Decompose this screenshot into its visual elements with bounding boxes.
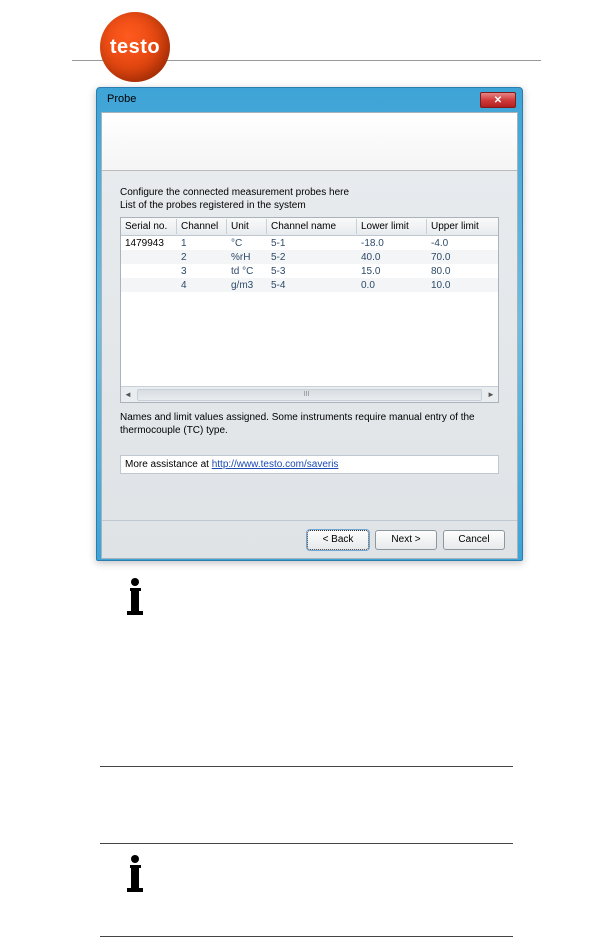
scroll-thumb-icon: III	[303, 391, 311, 399]
cell-name: 5-2	[267, 250, 357, 265]
divider	[100, 766, 513, 767]
cancel-button[interactable]: Cancel	[443, 530, 505, 550]
cell-serial: 1479943	[121, 236, 177, 251]
cell-unit: %rH	[227, 250, 267, 265]
dialog-title: Probe	[103, 92, 136, 105]
cell-name: 5-3	[267, 264, 357, 279]
assist-prefix: More assistance at	[125, 459, 212, 470]
table-row[interactable]: 4 g/m3 5-4 0.0 10.0	[121, 278, 498, 292]
col-header-serial[interactable]: Serial no.	[121, 219, 177, 234]
cell-unit: g/m3	[227, 278, 267, 293]
table-body: 1479943 1 °C 5-1 -18.0 -4.0 2 %rH 5-2 40…	[121, 236, 498, 292]
config-heading: Configure the connected measurement prob…	[120, 187, 499, 198]
divider	[100, 843, 513, 844]
list-heading: List of the probes registered in the sys…	[120, 200, 499, 211]
table-header-row: Serial no. Channel Unit Channel name Low…	[121, 218, 498, 236]
table-row[interactable]: 3 td °C 5-3 15.0 80.0	[121, 264, 498, 278]
table-row[interactable]: 1479943 1 °C 5-1 -18.0 -4.0	[121, 236, 498, 250]
cell-upper: 10.0	[427, 278, 498, 293]
scroll-left-icon[interactable]: ◄	[121, 388, 135, 402]
scroll-track[interactable]: III	[137, 389, 482, 401]
cell-upper: 70.0	[427, 250, 498, 265]
cell-channel: 2	[177, 250, 227, 265]
info-icon	[123, 855, 147, 891]
close-button[interactable]: ✕	[480, 92, 516, 108]
back-button[interactable]: < Back	[307, 530, 369, 550]
next-button[interactable]: Next >	[375, 530, 437, 550]
cell-name: 5-4	[267, 278, 357, 293]
horizontal-scrollbar[interactable]: ◄ III ►	[121, 386, 498, 402]
notes-text: Names and limit values assigned. Some in…	[120, 411, 499, 437]
col-header-name[interactable]: Channel name	[267, 219, 357, 234]
info-icon	[123, 578, 147, 614]
wizard-button-bar: < Back Next > Cancel	[102, 520, 517, 558]
divider	[100, 936, 513, 937]
title-bar: Probe ✕	[101, 92, 518, 112]
cell-name: 5-1	[267, 236, 357, 251]
probe-dialog: Probe ✕ Configure the connected measurem…	[96, 87, 523, 561]
col-header-channel[interactable]: Channel	[177, 219, 227, 234]
brand-logo: testo	[100, 12, 170, 82]
assist-link[interactable]: http://www.testo.com/saveris	[212, 459, 339, 470]
dialog-banner	[102, 113, 517, 171]
cell-upper: -4.0	[427, 236, 498, 251]
cell-lower: 15.0	[357, 264, 427, 279]
cell-channel: 1	[177, 236, 227, 251]
cell-lower: -18.0	[357, 236, 427, 251]
cell-upper: 80.0	[427, 264, 498, 279]
close-icon: ✕	[494, 95, 502, 106]
cell-unit: td °C	[227, 264, 267, 279]
cell-serial	[121, 269, 177, 273]
dialog-body: Configure the connected measurement prob…	[101, 112, 518, 559]
col-header-unit[interactable]: Unit	[227, 219, 267, 234]
scroll-right-icon[interactable]: ►	[484, 388, 498, 402]
cell-lower: 40.0	[357, 250, 427, 265]
cell-channel: 3	[177, 264, 227, 279]
col-header-upper[interactable]: Upper limit	[427, 219, 498, 234]
cell-channel: 4	[177, 278, 227, 293]
cell-serial	[121, 255, 177, 259]
probe-table: Serial no. Channel Unit Channel name Low…	[120, 217, 499, 403]
assistance-row: More assistance at http://www.testo.com/…	[120, 455, 499, 474]
dialog-content: Configure the connected measurement prob…	[102, 171, 517, 482]
col-header-lower[interactable]: Lower limit	[357, 219, 427, 234]
cell-unit: °C	[227, 236, 267, 251]
cell-lower: 0.0	[357, 278, 427, 293]
table-row[interactable]: 2 %rH 5-2 40.0 70.0	[121, 250, 498, 264]
cell-serial	[121, 283, 177, 287]
